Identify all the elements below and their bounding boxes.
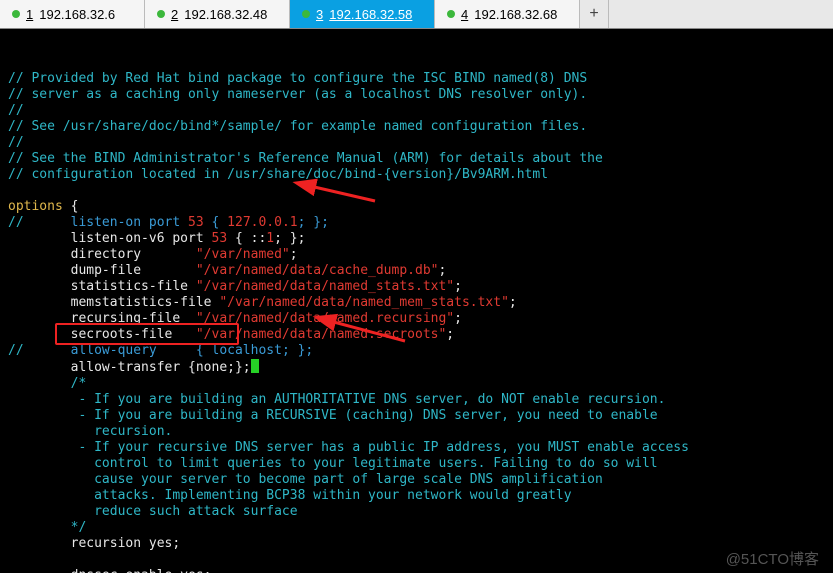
highlight-box: [55, 323, 239, 345]
status-dot-icon: [447, 10, 455, 18]
cursor-icon: [251, 359, 259, 373]
tab-index: 3: [316, 7, 323, 22]
editor-pane[interactable]: // Provided by Red Hat bind package to c…: [0, 29, 833, 573]
tab-index: 2: [171, 7, 178, 22]
tab-label: 192.168.32.58: [329, 7, 412, 22]
tab-192-168-32-48[interactable]: 2 192.168.32.48: [145, 0, 290, 28]
tab-index: 1: [26, 7, 33, 22]
code-content: // Provided by Red Hat bind package to c…: [8, 71, 825, 573]
tab-label: 192.168.32.68: [474, 7, 557, 22]
status-dot-icon: [157, 10, 165, 18]
tab-192-168-32-58[interactable]: 3 192.168.32.58: [290, 0, 435, 28]
add-tab-button[interactable]: +: [580, 0, 609, 28]
tab-label: 192.168.32.48: [184, 7, 267, 22]
status-dot-icon: [302, 10, 310, 18]
tab-label: 192.168.32.6: [39, 7, 115, 22]
tab-192-168-32-68[interactable]: 4 192.168.32.68: [435, 0, 580, 28]
tab-bar: 1 192.168.32.6 2 192.168.32.48 3 192.168.32.5…: [0, 0, 833, 29]
status-dot-icon: [12, 10, 20, 18]
tab-index: 4: [461, 7, 468, 22]
tab-192-168-32-6[interactable]: 1 192.168.32.6: [0, 0, 145, 28]
